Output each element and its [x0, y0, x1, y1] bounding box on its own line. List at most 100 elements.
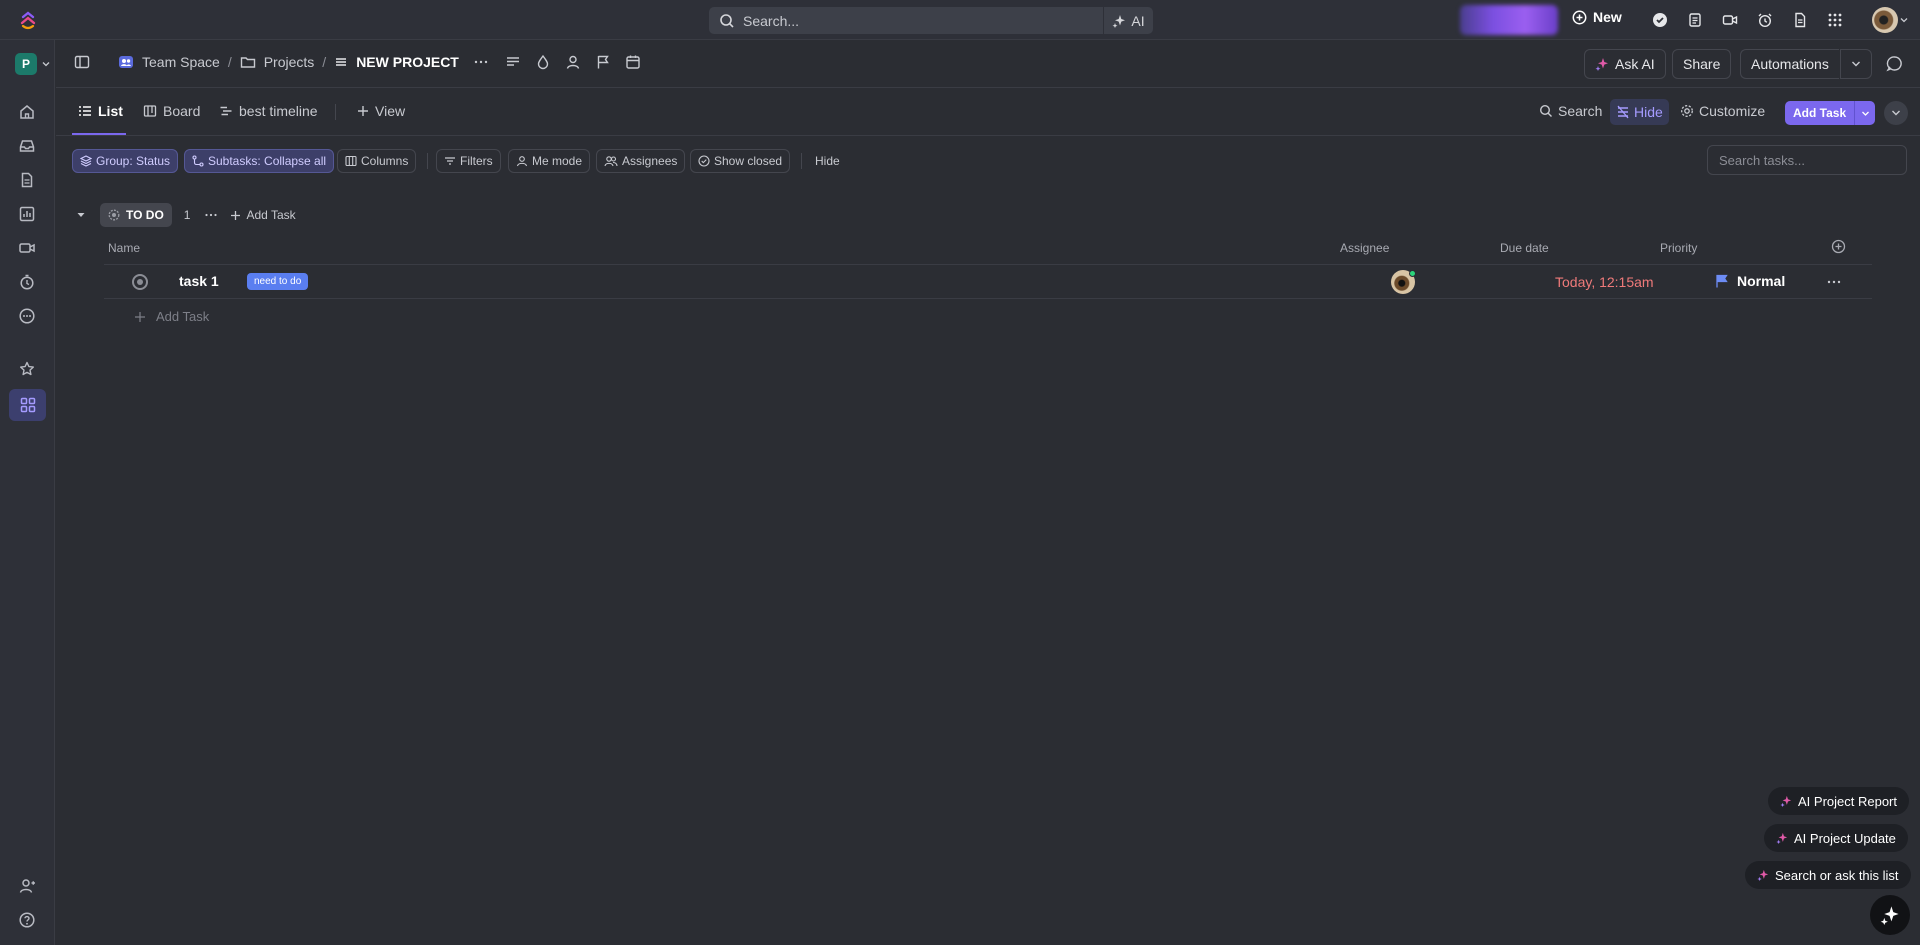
user-menu[interactable]: [1872, 6, 1910, 34]
flag-icon: [1716, 274, 1728, 288]
ai-project-report-button[interactable]: AI Project Report: [1768, 787, 1909, 815]
search-tasks-input[interactable]: Search tasks...: [1707, 145, 1907, 175]
chevron-down-icon[interactable]: [1855, 109, 1875, 118]
favorites-star-icon[interactable]: [17, 359, 37, 379]
add-column-icon[interactable]: [1831, 239, 1846, 254]
chat-icon[interactable]: [1886, 55, 1903, 72]
invite-user-icon[interactable]: [17, 876, 37, 896]
hide-filters-link[interactable]: Hide: [815, 154, 840, 168]
home-icon[interactable]: [17, 102, 37, 122]
color-drop-icon[interactable]: [535, 54, 551, 70]
new-button[interactable]: New: [1572, 9, 1622, 25]
table-row[interactable]: task 1 need to do Today, 12:15am Normal: [104, 265, 1872, 299]
board-icon: [143, 105, 157, 117]
task-status-icon[interactable]: [132, 274, 148, 290]
docs-icon[interactable]: [17, 170, 37, 190]
column-header-priority[interactable]: Priority: [1660, 241, 1697, 255]
column-header-assignee[interactable]: Assignee: [1340, 241, 1389, 255]
new-label: New: [1593, 9, 1622, 25]
sidebar-toggle-icon[interactable]: [74, 54, 90, 70]
tab-board-label: Board: [163, 103, 201, 119]
top-bar: Search... AI New: [0, 0, 1920, 40]
tab-board[interactable]: Board: [143, 103, 200, 119]
flag-icon[interactable]: [595, 54, 611, 70]
show-closed-chip[interactable]: Show closed: [690, 149, 791, 173]
timesheets-icon[interactable]: [17, 272, 37, 292]
blurred-upgrade-banner[interactable]: [1460, 5, 1558, 35]
ai-project-update-button[interactable]: AI Project Update: [1764, 824, 1908, 852]
search-or-ask-list-button[interactable]: Search or ask this list: [1745, 861, 1911, 889]
description-icon[interactable]: [505, 54, 521, 70]
group-add-task-button[interactable]: Add Task: [230, 208, 296, 222]
collapse-toolbar-button[interactable]: [1884, 101, 1908, 125]
plus-icon: [358, 106, 368, 116]
notepad-icon[interactable]: [1685, 10, 1705, 30]
tab-list[interactable]: List: [78, 103, 123, 119]
assignee-avatar[interactable]: [1391, 270, 1416, 294]
me-mode-chip[interactable]: Me mode: [508, 149, 591, 173]
avatar: [1872, 7, 1898, 33]
view-search-label: Search: [1558, 103, 1603, 119]
users-icon: [604, 156, 618, 167]
workspace-avatar[interactable]: P: [15, 53, 37, 75]
alarm-clock-icon[interactable]: [1755, 10, 1775, 30]
share-button[interactable]: Share: [1672, 49, 1732, 79]
layers-icon: [80, 155, 92, 167]
task-due-date[interactable]: Today, 12:15am: [1555, 274, 1654, 290]
column-header-due-date[interactable]: Due date: [1500, 241, 1549, 255]
collapse-caret-icon[interactable]: [76, 210, 86, 220]
add-task-button[interactable]: Add Task: [1785, 101, 1876, 125]
more-horizontal-icon[interactable]: [1826, 274, 1842, 290]
video-icon[interactable]: [1720, 10, 1740, 30]
dashboards-icon[interactable]: [17, 204, 37, 224]
breadcrumb: Team Space / Projects / NEW PROJECT: [74, 54, 641, 70]
status-badge[interactable]: TO DO: [100, 203, 172, 227]
automations-button[interactable]: Automations: [1740, 49, 1839, 79]
add-task-row-label: Add Task: [156, 309, 210, 324]
more-horizontal-icon[interactable]: [204, 208, 218, 222]
view-search-button[interactable]: Search: [1539, 103, 1602, 119]
customize-button[interactable]: Customize: [1680, 103, 1765, 119]
more-horizontal-icon[interactable]: [473, 54, 489, 70]
breadcrumb-list[interactable]: NEW PROJECT: [356, 54, 459, 70]
inbox-icon[interactable]: [17, 136, 37, 156]
hide-button[interactable]: Hide: [1610, 99, 1669, 125]
help-icon[interactable]: [17, 910, 37, 930]
global-search[interactable]: Search... AI: [709, 7, 1153, 34]
add-task-row[interactable]: Add Task: [134, 309, 209, 324]
chevron-down-icon[interactable]: [42, 60, 50, 68]
ai-project-report-label: AI Project Report: [1798, 793, 1897, 809]
more-circle-icon[interactable]: [17, 306, 37, 326]
apps-grid-icon[interactable]: [1825, 10, 1845, 30]
calendar-icon[interactable]: [625, 54, 641, 70]
me-mode-label: Me mode: [532, 154, 583, 168]
columns-label: Columns: [361, 154, 409, 168]
spaces-grid-icon[interactable]: [9, 389, 46, 421]
subtasks-chip[interactable]: Subtasks: Collapse all: [184, 149, 335, 173]
ask-ai-button[interactable]: Ask AI: [1584, 49, 1666, 79]
tab-best-timeline-label: best timeline: [239, 103, 318, 119]
clips-video-icon[interactable]: [17, 238, 37, 258]
assignees-chip[interactable]: Assignees: [596, 149, 686, 173]
ai-assistant-fab[interactable]: [1870, 895, 1910, 935]
add-task-label[interactable]: Add Task: [1785, 101, 1856, 125]
breadcrumb-space[interactable]: Team Space: [142, 54, 220, 70]
breadcrumb-folder[interactable]: Projects: [264, 54, 315, 70]
group-by-chip[interactable]: Group: Status: [72, 149, 179, 173]
task-priority[interactable]: Normal: [1715, 273, 1785, 289]
clickup-logo[interactable]: [18, 10, 38, 30]
add-view-button[interactable]: View: [357, 103, 405, 119]
tab-best-timeline[interactable]: best timeline: [219, 103, 318, 119]
check-circle-icon[interactable]: [1650, 10, 1670, 30]
columns-icon: [345, 155, 357, 167]
task-tag[interactable]: need to do: [247, 273, 309, 290]
document-icon[interactable]: [1790, 10, 1810, 30]
automations-dropdown[interactable]: [1840, 49, 1872, 79]
column-header-name[interactable]: Name: [108, 241, 140, 255]
task-name[interactable]: task 1: [179, 273, 219, 289]
assignee-icon[interactable]: [565, 54, 581, 70]
sparkle-icon: [1595, 58, 1608, 71]
columns-chip[interactable]: Columns: [337, 149, 417, 173]
ai-button[interactable]: AI: [1103, 7, 1153, 34]
filters-chip[interactable]: Filters: [436, 149, 501, 173]
